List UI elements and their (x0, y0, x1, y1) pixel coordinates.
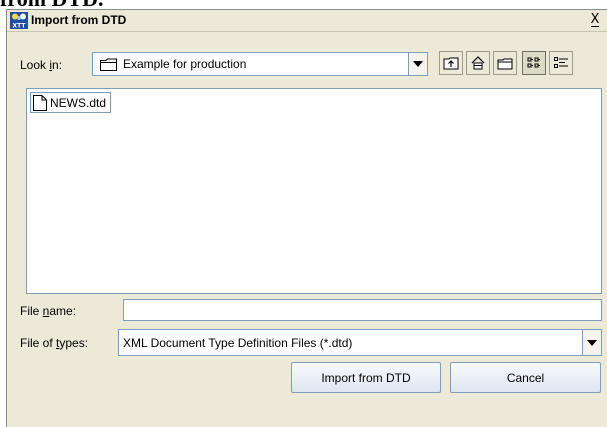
list-view-icon (527, 57, 540, 68)
home-icon (471, 56, 485, 70)
list-view-button[interactable] (522, 51, 546, 75)
look-in-dropdown-arrow[interactable] (408, 53, 427, 75)
home-button[interactable] (466, 51, 490, 75)
details-view-icon (554, 57, 568, 68)
file-list[interactable]: NEWS.dtd (26, 88, 602, 294)
look-in-combo[interactable]: Example for production (92, 52, 428, 76)
dialog-title: Import from DTD (31, 13, 127, 27)
cancel-button[interactable]: Cancel (450, 362, 601, 393)
file-types-combo[interactable]: XML Document Type Definition Files (*.dt… (118, 329, 602, 356)
import-dialog: XTT Import from DTD X Look in: Example f… (6, 9, 607, 427)
xtt-app-icon: XTT (10, 12, 28, 29)
close-button[interactable]: X (587, 13, 603, 28)
folder-icon (100, 58, 117, 71)
file-types-value: XML Document Type Definition Files (*.dt… (123, 335, 353, 350)
new-folder-icon (497, 58, 513, 70)
file-item-news-dtd[interactable]: NEWS.dtd (30, 92, 112, 113)
new-folder-button[interactable] (493, 51, 517, 75)
look-in-label: Look in: (20, 58, 63, 72)
file-name-input[interactable] (123, 299, 602, 321)
up-folder-icon (443, 57, 459, 70)
details-view-button[interactable] (549, 51, 573, 75)
up-one-level-button[interactable] (439, 51, 463, 75)
file-types-dropdown-arrow[interactable] (582, 330, 601, 355)
file-name-label: File name: (20, 304, 77, 318)
file-types-label: File of types: (20, 336, 89, 350)
document-icon (33, 94, 47, 111)
svg-text:XTT: XTT (13, 23, 27, 30)
file-name-label: NEWS.dtd (50, 95, 107, 110)
look-in-value: Example for production (123, 57, 247, 71)
title-bar[interactable]: XTT Import from DTD X (7, 10, 607, 32)
close-icon: X (590, 12, 600, 27)
import-from-dtd-button[interactable]: Import from DTD (291, 362, 441, 393)
